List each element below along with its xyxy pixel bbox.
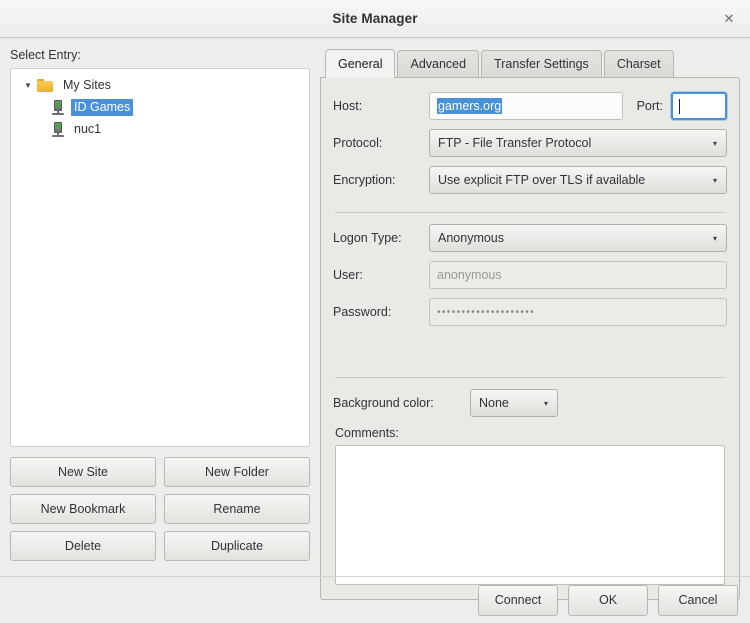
select-entry-label: Select Entry:: [10, 48, 81, 62]
new-site-button[interactable]: New Site: [10, 457, 156, 487]
logon-type-select[interactable]: Anonymous ▾: [429, 224, 727, 252]
ok-button[interactable]: OK: [568, 584, 648, 616]
tab-general[interactable]: General: [325, 49, 396, 78]
duplicate-button[interactable]: Duplicate: [164, 531, 310, 561]
left-column: Select Entry: ▼ My Sites ID Games nuc1 N…: [10, 48, 310, 600]
section-divider-1: [335, 212, 725, 213]
tree-row-nuc1[interactable]: nuc1: [11, 118, 309, 140]
folder-icon: [37, 78, 53, 92]
text-cursor: [679, 98, 680, 114]
close-icon[interactable]: ✕: [718, 8, 740, 30]
right-column: General Advanced Transfer Settings Chars…: [320, 48, 740, 600]
tree-label-nuc1: nuc1: [74, 121, 102, 136]
logon-type-select-value: Anonymous: [438, 231, 505, 245]
general-tab-panel: Host: gamers.org Port: Protocol: FTP - F…: [320, 77, 740, 600]
server-icon: [51, 99, 65, 115]
user-label: User:: [333, 268, 363, 282]
password-row: Password: ••••••••••••••••••••: [333, 298, 727, 326]
chevron-down-icon[interactable]: ▼: [19, 81, 37, 90]
background-color-row: Background color: None ▾: [333, 389, 727, 417]
dialog-action-bar: Connect OK Cancel: [0, 577, 750, 623]
logon-type-row: Logon Type: Anonymous ▾: [333, 224, 727, 252]
chevron-down-icon: ▾: [712, 175, 717, 185]
tab-advanced[interactable]: Advanced: [397, 50, 480, 77]
cancel-button[interactable]: Cancel: [658, 584, 738, 616]
new-folder-button[interactable]: New Folder: [164, 457, 310, 487]
chevron-down-icon: ▾: [712, 233, 717, 243]
port-input[interactable]: [671, 92, 727, 120]
host-label: Host:: [333, 99, 363, 113]
protocol-select[interactable]: FTP - File Transfer Protocol ▾: [429, 129, 727, 157]
tab-bar: General Advanced Transfer Settings Chars…: [320, 48, 740, 78]
background-color-select[interactable]: None ▾: [470, 389, 558, 417]
tree-label-my-sites: My Sites: [63, 77, 111, 92]
protocol-select-value: FTP - File Transfer Protocol: [438, 136, 592, 150]
encryption-select-value: Use explicit FTP over TLS if available: [438, 173, 646, 187]
background-color-label: Background color:: [333, 396, 434, 410]
chevron-down-icon: ▾: [543, 398, 548, 408]
background-color-select-value: None: [479, 396, 509, 410]
site-tree[interactable]: ▼ My Sites ID Games nuc1: [10, 68, 310, 447]
tree-row-my-sites[interactable]: ▼ My Sites: [11, 74, 309, 96]
tab-transfer-settings[interactable]: Transfer Settings: [481, 50, 602, 77]
encryption-select[interactable]: Use explicit FTP over TLS if available ▾: [429, 166, 727, 194]
host-row: Host: gamers.org Port:: [333, 92, 727, 120]
user-input-value: anonymous: [437, 268, 502, 282]
window-title: Site Manager: [332, 11, 418, 26]
tree-label-id-games: ID Games: [71, 98, 134, 116]
logon-type-label: Logon Type:: [333, 231, 402, 245]
dialog-body: Select Entry: ▼ My Sites ID Games nuc1 N…: [0, 38, 750, 623]
password-label: Password:: [333, 305, 392, 319]
section-divider-2: [335, 377, 725, 378]
delete-button[interactable]: Delete: [10, 531, 156, 561]
password-input[interactable]: ••••••••••••••••••••: [429, 298, 727, 326]
comments-textarea[interactable]: [335, 445, 725, 585]
protocol-label: Protocol:: [333, 136, 383, 150]
protocol-row: Protocol: FTP - File Transfer Protocol ▾: [333, 129, 727, 157]
content-row: Select Entry: ▼ My Sites ID Games nuc1 N…: [0, 38, 750, 600]
encryption-label: Encryption:: [333, 173, 396, 187]
connect-button[interactable]: Connect: [478, 584, 558, 616]
server-icon: [51, 121, 65, 137]
port-label: Port:: [636, 99, 663, 113]
encryption-row: Encryption: Use explicit FTP over TLS if…: [333, 166, 727, 194]
title-bar: Site Manager ✕: [0, 0, 750, 38]
user-input[interactable]: anonymous: [429, 261, 727, 289]
user-row: User: anonymous: [333, 261, 727, 289]
password-input-value: ••••••••••••••••••••: [437, 306, 536, 318]
tree-row-id-games[interactable]: ID Games: [11, 96, 309, 118]
chevron-down-icon: ▾: [712, 138, 717, 148]
new-bookmark-button[interactable]: New Bookmark: [10, 494, 156, 524]
host-input-value: gamers.org: [437, 98, 503, 114]
rename-button[interactable]: Rename: [164, 494, 310, 524]
comments-label: Comments:: [335, 426, 399, 440]
tab-charset[interactable]: Charset: [603, 50, 674, 77]
site-actions: New Site New Folder New Bookmark Rename …: [10, 457, 310, 561]
host-input[interactable]: gamers.org: [429, 92, 623, 120]
